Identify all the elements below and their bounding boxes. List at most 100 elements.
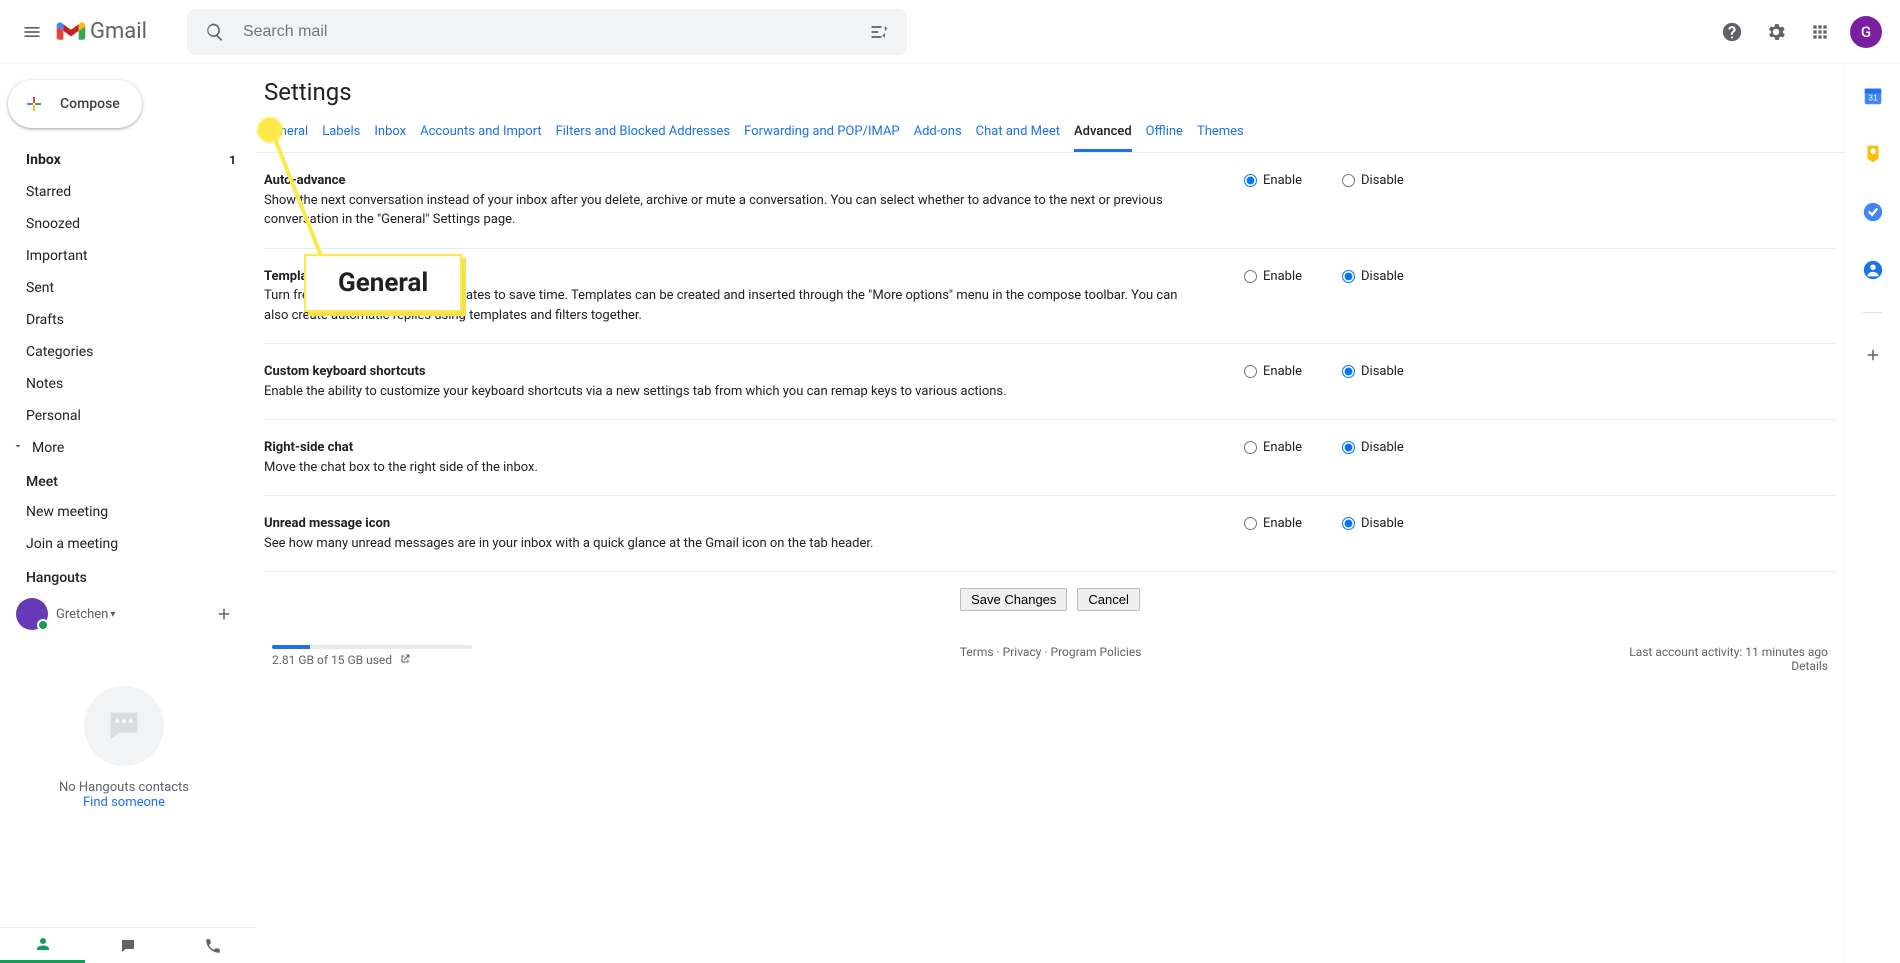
policies-link[interactable]: Program Policies	[1051, 645, 1142, 659]
external-link-icon[interactable]	[399, 653, 411, 668]
support-icon[interactable]	[1712, 12, 1752, 52]
gmail-logo[interactable]: Gmail	[56, 19, 147, 44]
tab-inbox[interactable]: Inbox	[374, 114, 406, 152]
nav-personal[interactable]: Personal	[0, 400, 248, 432]
nav-more[interactable]: More	[0, 432, 248, 464]
nav-drafts[interactable]: Drafts	[0, 304, 248, 336]
disable-radio-input[interactable]	[1342, 365, 1355, 378]
setting-desc-text: Move the chat box to the right side of t…	[264, 460, 538, 475]
side-panel: 31	[1844, 64, 1900, 963]
tab-advanced[interactable]: Advanced	[1074, 114, 1132, 152]
hangouts-bottom-tabs	[0, 927, 256, 963]
sidebar: Compose Inbox 1 Starred Snoozed Importan…	[0, 64, 256, 963]
tab-labels[interactable]: Labels	[322, 114, 360, 152]
section-hangouts: Hangouts	[0, 560, 248, 592]
chevron-down-icon	[12, 440, 24, 456]
enable-radio[interactable]: Enable	[1244, 269, 1302, 284]
tab-forwarding[interactable]: Forwarding and POP/IMAP	[744, 114, 900, 152]
disable-radio-input[interactable]	[1342, 174, 1355, 187]
tab-themes[interactable]: Themes	[1197, 114, 1244, 152]
tab-offline[interactable]: Offline	[1146, 114, 1183, 152]
plus-icon[interactable]	[212, 602, 236, 626]
search-options-icon[interactable]	[859, 12, 899, 52]
tab-filters[interactable]: Filters and Blocked Addresses	[556, 114, 731, 152]
setting-desc-text: See how many unread messages are in your…	[264, 536, 873, 551]
disable-radio[interactable]: Disable	[1342, 173, 1404, 188]
disable-radio[interactable]: Disable	[1342, 364, 1404, 379]
setting-right-side-chat: Right-side chat Move the chat box to the…	[264, 420, 1836, 496]
nav-notes[interactable]: Notes	[0, 368, 248, 400]
settings-gear-icon[interactable]	[1756, 12, 1796, 52]
nav-join-meeting[interactable]: Join a meeting	[0, 528, 248, 560]
callout-highlight-dot	[258, 118, 282, 142]
storage-block: 2.81 GB of 15 GB used	[272, 645, 472, 673]
setting-title: Custom keyboard shortcuts	[264, 362, 1204, 382]
main-menu-icon[interactable]	[12, 12, 52, 52]
cancel-button[interactable]: Cancel	[1077, 588, 1139, 611]
side-panel-divider	[1863, 312, 1883, 313]
folder-nav: Inbox 1 Starred Snoozed Important Sent D…	[0, 144, 256, 927]
nav-new-meeting[interactable]: New meeting	[0, 496, 248, 528]
privacy-link[interactable]: Privacy	[1003, 645, 1042, 659]
tab-addons[interactable]: Add-ons	[914, 114, 962, 152]
disable-radio[interactable]: Disable	[1342, 440, 1404, 455]
setting-keyboard-shortcuts: Custom keyboard shortcuts Enable the abi…	[264, 344, 1836, 420]
radio-label: Enable	[1263, 269, 1302, 284]
nav-starred[interactable]: Starred	[0, 176, 248, 208]
search-box[interactable]	[187, 9, 907, 55]
enable-radio[interactable]: Enable	[1244, 440, 1302, 455]
nav-sent[interactable]: Sent	[0, 272, 248, 304]
nav-snoozed[interactable]: Snoozed	[0, 208, 248, 240]
hangouts-tab-calls[interactable]	[171, 928, 256, 963]
search-icon[interactable]	[195, 12, 235, 52]
radio-label: Disable	[1361, 516, 1404, 531]
radio-label: Disable	[1361, 269, 1404, 284]
terms-link[interactable]: Terms	[960, 645, 994, 659]
contacts-icon[interactable]	[1853, 250, 1893, 290]
apps-grid-icon[interactable]	[1800, 12, 1840, 52]
chevron-down-icon[interactable]: ▾	[110, 609, 115, 620]
save-button[interactable]: Save Changes	[960, 588, 1067, 611]
search-input[interactable]	[235, 23, 859, 41]
nav-important[interactable]: Important	[0, 240, 248, 272]
tasks-icon[interactable]	[1853, 192, 1893, 232]
calendar-icon[interactable]: 31	[1853, 76, 1893, 116]
page-title: Settings	[256, 64, 1844, 114]
hangouts-tab-contacts[interactable]	[0, 928, 85, 963]
details-link[interactable]: Details	[1791, 659, 1828, 673]
disable-radio[interactable]: Disable	[1342, 269, 1404, 284]
compose-label: Compose	[60, 96, 120, 112]
nav-inbox[interactable]: Inbox 1	[0, 144, 248, 176]
compose-button[interactable]: Compose	[8, 80, 142, 128]
radio-label: Disable	[1361, 173, 1404, 188]
disable-radio-input[interactable]	[1342, 517, 1355, 530]
nav-label: Important	[26, 248, 88, 264]
enable-radio-input[interactable]	[1244, 365, 1257, 378]
disable-radio[interactable]: Disable	[1342, 516, 1404, 531]
keep-icon[interactable]	[1853, 134, 1893, 174]
enable-radio[interactable]: Enable	[1244, 173, 1302, 188]
enable-radio-input[interactable]	[1244, 441, 1257, 454]
find-someone-link[interactable]: Find someone	[83, 795, 165, 810]
tab-accounts[interactable]: Accounts and Import	[420, 114, 541, 152]
nav-categories[interactable]: Categories	[0, 336, 248, 368]
enable-radio-input[interactable]	[1244, 270, 1257, 283]
disable-radio-input[interactable]	[1342, 270, 1355, 283]
add-addons-icon[interactable]	[1853, 335, 1893, 375]
setting-desc-text: Show the next conversation instead of yo…	[264, 193, 1163, 228]
enable-radio-input[interactable]	[1244, 174, 1257, 187]
hangouts-user-name: Gretchen	[56, 607, 108, 622]
enable-radio[interactable]: Enable	[1244, 516, 1302, 531]
nav-label: New meeting	[26, 504, 108, 520]
hangouts-tab-conversations[interactable]	[85, 928, 170, 963]
enable-radio-input[interactable]	[1244, 517, 1257, 530]
nav-label: Categories	[26, 344, 93, 360]
tab-chat[interactable]: Chat and Meet	[976, 114, 1060, 152]
settings-rows: Auto-advance Show the next conversation …	[256, 153, 1844, 693]
nav-label: Notes	[26, 376, 63, 392]
enable-radio[interactable]: Enable	[1244, 364, 1302, 379]
hangouts-user-row[interactable]: Gretchen ▾	[0, 592, 248, 636]
disable-radio-input[interactable]	[1342, 441, 1355, 454]
activity-block: Last account activity: 11 minutes ago De…	[1629, 645, 1828, 673]
account-avatar[interactable]: G	[1850, 16, 1882, 48]
